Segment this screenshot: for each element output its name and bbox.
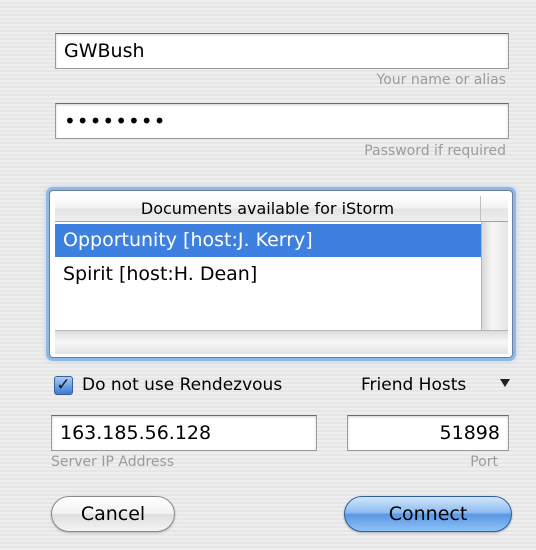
name-hint: Your name or alias: [376, 72, 507, 88]
rendezvous-checkbox[interactable]: ✓: [54, 376, 73, 395]
list-header-corner: [481, 196, 508, 222]
documents-list-header[interactable]: Documents available for iStorm: [55, 196, 481, 222]
name-field[interactable]: GWBush: [55, 33, 509, 69]
password-hint: Password if required: [364, 143, 506, 159]
chevron-down-icon[interactable]: [500, 379, 510, 387]
vertical-scrollbar[interactable]: [481, 222, 508, 330]
list-item[interactable]: Opportunity [host:J. Kerry]: [55, 224, 481, 257]
rendezvous-label[interactable]: Do not use Rendezvous: [82, 375, 282, 395]
list-item[interactable]: Spirit [host:H. Dean]: [55, 258, 481, 291]
server-ip-field[interactable]: 163.185.56.128: [51, 415, 317, 451]
cancel-button[interactable]: Cancel: [51, 496, 175, 532]
friend-hosts-popup[interactable]: Friend Hosts: [361, 375, 466, 395]
password-field[interactable]: ••••••••: [55, 103, 509, 139]
port-field[interactable]: 51898: [347, 415, 509, 451]
connect-button[interactable]: Connect: [344, 496, 512, 532]
horizontal-scrollbar[interactable]: [55, 330, 508, 354]
checkmark-icon: ✓: [56, 375, 71, 395]
server-ip-label: Server IP Address: [51, 454, 175, 470]
port-label: Port: [470, 454, 498, 470]
